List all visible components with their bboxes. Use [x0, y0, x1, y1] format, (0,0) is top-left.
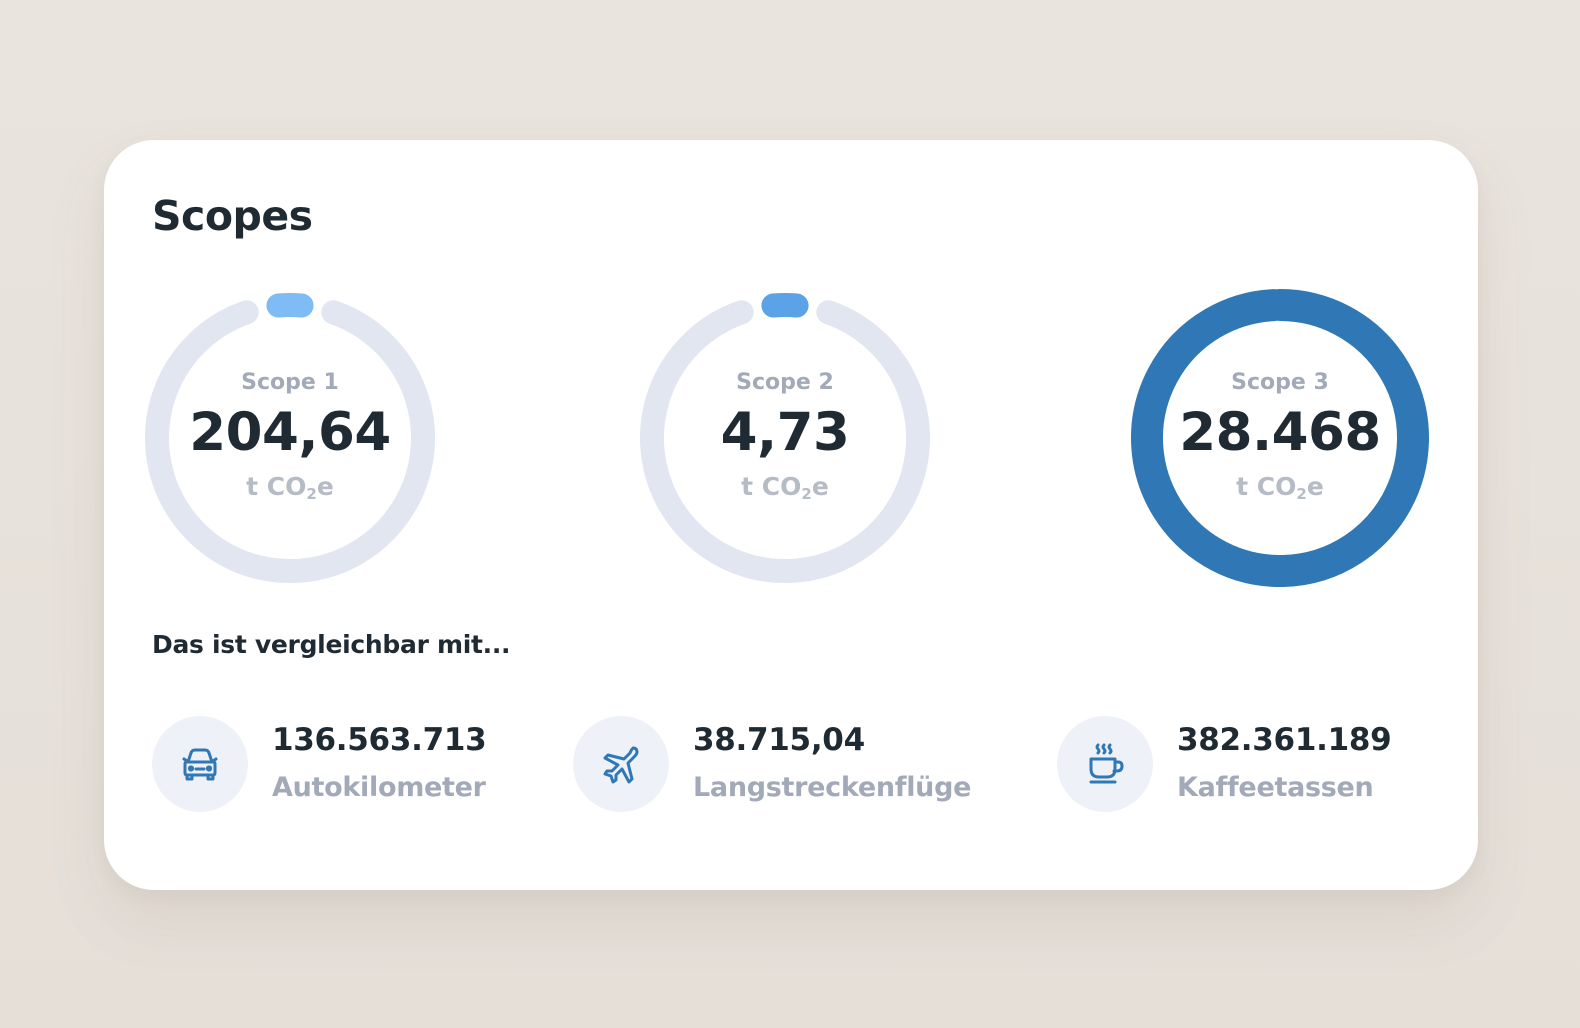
scope-2-ring-value: [761, 293, 809, 318]
scope-3-label: Scope 3: [1231, 370, 1329, 395]
scope-3-unit: t CO2e: [1236, 472, 1324, 503]
coffee-label: Kaffeetassen: [1177, 772, 1374, 803]
car-km-label: Autokilometer: [272, 772, 486, 803]
coffee-value: 382.361.189: [1177, 722, 1392, 758]
scope-1-unit: t CO2e: [246, 472, 334, 503]
airplane-icon: [603, 746, 639, 784]
scope-1-label: Scope 1: [241, 370, 339, 395]
scope-3-value: 28.468: [1179, 402, 1381, 463]
scope-3-gauge: Scope 3 28.468 t CO2e: [1130, 288, 1430, 588]
scope-1-ring-value: [266, 293, 314, 318]
scope-1-gauge: Scope 1 204,64 t CO2e: [140, 288, 440, 588]
scope-1-value: 204,64: [189, 402, 391, 463]
comparison-heading: Das ist vergleichbar mit...: [152, 630, 511, 659]
scope-2-unit: t CO2e: [741, 472, 829, 503]
airplane-icon-badge: [573, 716, 669, 812]
scope-2-label: Scope 2: [736, 370, 834, 395]
flights-label: Langstreckenflüge: [693, 772, 972, 803]
flights-value: 38.715,04: [693, 722, 865, 758]
car-icon-badge: [152, 716, 248, 812]
scopes-card: Scopes Scope 1 204,64 t CO2e Scope 2 4,7…: [104, 140, 1478, 890]
scope-2-gauge: Scope 2 4,73 t CO2e: [635, 288, 935, 588]
scope-2-value: 4,73: [720, 402, 850, 463]
coffee-cup-icon-badge: [1057, 716, 1153, 812]
car-icon: [182, 748, 218, 781]
car-km-value: 136.563.713: [272, 722, 487, 758]
card-title: Scopes: [152, 192, 313, 240]
coffee-cup-icon: [1089, 743, 1124, 784]
